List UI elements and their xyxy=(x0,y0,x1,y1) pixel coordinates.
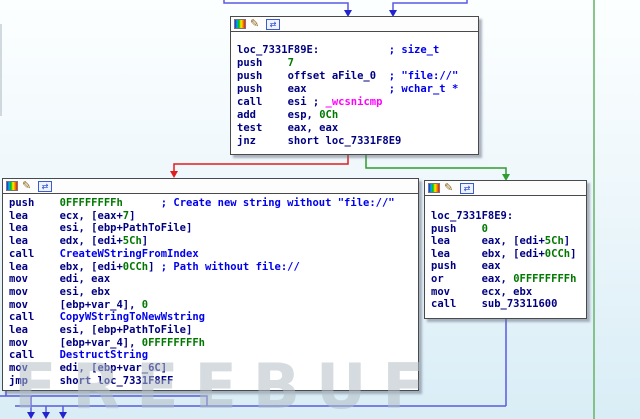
edge-incoming-right xyxy=(393,0,467,10)
edge-jnz-false xyxy=(174,154,348,171)
edge-out-arrowhead-3 xyxy=(59,412,67,419)
disassembly-listing: loc_7331F89E: ; size_tpush 7push offset … xyxy=(231,32,478,148)
edge-jnz-false-arrowhead xyxy=(170,171,178,178)
edit-comment-icon[interactable]: ✎ xyxy=(250,18,262,30)
palette-icon[interactable] xyxy=(428,183,440,193)
edit-comment-icon[interactable]: ✎ xyxy=(22,180,34,192)
edge-jnz-true xyxy=(366,154,506,174)
edit-comment-icon[interactable]: ✎ xyxy=(444,182,456,194)
basic-block-loc_7331F89E[interactable]: ✎ ⇄ loc_7331F89E: ; size_tpush 7push off… xyxy=(230,16,479,155)
edge-out-arrowhead-1 xyxy=(27,412,35,419)
group-node-icon[interactable]: ⇄ xyxy=(38,181,52,192)
group-node-icon[interactable]: ⇄ xyxy=(460,183,474,194)
palette-icon[interactable] xyxy=(6,181,18,191)
group-node-icon[interactable]: ⇄ xyxy=(266,19,280,30)
edge-incoming-left xyxy=(224,0,348,10)
node-titlebar: ✎ ⇄ xyxy=(3,179,418,194)
basic-block-fallthrough[interactable]: ✎ ⇄ push 0FFFFFFFFh ; Create new string … xyxy=(2,178,419,391)
node-titlebar: ✎ ⇄ xyxy=(231,17,478,32)
disassembly-listing: loc_7331F8E9:push 0lea eax, [edi+5Ch]lea… xyxy=(425,196,586,311)
palette-icon[interactable] xyxy=(234,19,246,29)
edge-out-arrowhead-2 xyxy=(42,412,50,419)
disassembly-listing: push 0FFFFFFFFh ; Create new string with… xyxy=(3,194,418,388)
ida-graph-view: ✎ ⇄ loc_7331F89E: ; size_tpush 7push off… xyxy=(0,0,640,419)
node-titlebar: ✎ ⇄ xyxy=(425,181,586,196)
basic-block-loc_7331F8E9[interactable]: ✎ ⇄ loc_7331F8E9:push 0lea eax, [edi+5Ch… xyxy=(424,180,587,319)
